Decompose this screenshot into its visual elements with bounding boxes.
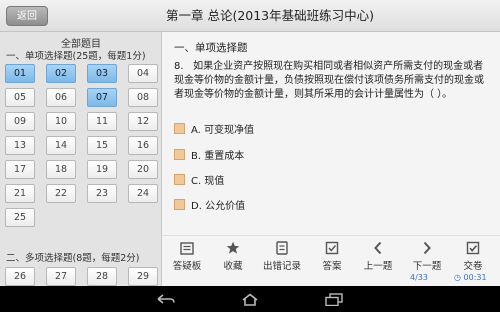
question-number-cell[interactable]: 24 (128, 184, 158, 203)
question-number-cell[interactable]: 15 (87, 136, 117, 155)
error-record-button[interactable]: 出错记录 (259, 240, 305, 272)
question-number-cell[interactable]: 16 (128, 136, 158, 155)
question-number-cell[interactable]: 06 (46, 88, 76, 107)
question-number-cell[interactable]: 12 (128, 112, 158, 131)
option-d[interactable]: D. 公允价值 (174, 199, 245, 213)
option-checkbox[interactable] (174, 174, 185, 185)
previous-question-button[interactable]: 上一题 (355, 240, 401, 272)
chevron-left-icon (355, 240, 401, 256)
star-icon (210, 240, 256, 256)
question-number: 8. (174, 61, 184, 72)
question-number-cell[interactable]: 02 (46, 64, 76, 83)
question-number-cell[interactable]: 08 (128, 88, 158, 107)
option-checkbox[interactable] (174, 149, 185, 160)
favorite-button[interactable]: 收藏 (210, 240, 256, 272)
nav-recent-icon[interactable] (324, 291, 344, 307)
question-number-cell[interactable]: 18 (46, 160, 76, 179)
question-body: 如果企业资产按照现在购买相同或者相似资产所需支付的现金或者现金等价物的金额计量，… (174, 61, 484, 100)
nav-home-icon[interactable] (240, 291, 260, 307)
toolbar-label: 答案 (322, 261, 342, 272)
option-text: 可变现净值 (204, 125, 255, 136)
question-number-cell[interactable]: 22 (46, 184, 76, 203)
question-navigator: 全部题目 一、单项选择题(25题，每题1分) 01 02 03 04 05 06 07 08 0… (0, 32, 162, 286)
question-number-cell[interactable]: 25 (5, 208, 35, 227)
option-c[interactable]: C. 现值 (174, 174, 224, 188)
option-a[interactable]: A. 可变现净值 (174, 123, 254, 137)
question-number-cell[interactable]: 14 (46, 136, 76, 155)
chevron-right-icon (404, 240, 450, 256)
toolbar-label: 出错记录 (262, 261, 301, 272)
question-number-cell[interactable]: 10 (46, 112, 76, 131)
question-panel: 一、单项选择题 8. 如果企业资产按照现在购买相同或者相似资产所需支付的现金或者… (162, 32, 500, 286)
question-text: 8. 如果企业资产按照现在购买相同或者相似资产所需支付的现金或者现金等价物的金额… (174, 60, 490, 102)
option-letter: C. (191, 176, 202, 187)
option-text: 公允价值 (205, 201, 246, 212)
next-question-button[interactable]: 下一题 (404, 240, 450, 272)
submit-paper-button[interactable]: 交卷 (450, 240, 496, 272)
option-letter: B. (191, 151, 202, 162)
toolbar-label: 收藏 (223, 261, 243, 272)
nav-back-icon[interactable] (156, 291, 176, 307)
question-number-cell[interactable]: 17 (5, 160, 35, 179)
question-number-cell[interactable]: 20 (128, 160, 158, 179)
submit-icon (450, 240, 496, 256)
answer-icon (309, 240, 355, 256)
question-number-cell[interactable]: 13 (5, 136, 35, 155)
toolbar-label: 答疑板 (172, 261, 202, 272)
page-title: 第一章 总论(2013年基础班练习中心) (165, 8, 375, 23)
option-checkbox[interactable] (174, 123, 185, 134)
option-text: 现值 (204, 176, 225, 187)
answer-board-button[interactable]: 答疑板 (164, 240, 210, 272)
question-number-cell[interactable]: 04 (128, 64, 158, 83)
toolbar-label: 交卷 (463, 261, 483, 272)
question-number-cell[interactable]: 23 (87, 184, 117, 203)
question-number-cell[interactable]: 21 (5, 184, 35, 203)
page-indicator: 4/33 (410, 273, 428, 282)
question-number-cell[interactable]: 27 (46, 267, 76, 286)
question-number-cell[interactable]: 05 (5, 88, 35, 107)
question-number-cell[interactable]: 28 (87, 267, 117, 286)
option-b[interactable]: B. 重置成本 (174, 149, 244, 163)
toolbar-label: 下一题 (412, 261, 442, 272)
error-record-icon (259, 240, 305, 256)
timer: ◷ 00:31 (454, 273, 487, 282)
question-number-cell[interactable]: 29 (128, 267, 158, 286)
option-checkbox[interactable] (174, 199, 185, 210)
question-number-cell[interactable]: 19 (87, 160, 117, 179)
question-number-cell[interactable]: 26 (5, 267, 35, 286)
toolbar-label: 上一题 (363, 261, 393, 272)
timer-value: 00:31 (463, 273, 487, 282)
question-section-title: 一、单项选择题 (174, 42, 248, 54)
question-number-cell[interactable]: 09 (5, 112, 35, 131)
question-number-cell[interactable]: 01 (5, 64, 35, 83)
section1-label: 一、单项选择题(25题，每题1分) (6, 51, 146, 62)
answer-button[interactable]: 答案 (309, 240, 355, 272)
question-number-cell[interactable]: 03 (87, 64, 117, 83)
section2-label: 二、多项选择题(8题，每题2分) (6, 253, 140, 264)
system-navigation-bar (0, 286, 500, 312)
question-number-cell[interactable]: 07 (87, 88, 117, 107)
back-button[interactable]: 返回 (6, 6, 48, 26)
option-letter: A. (191, 125, 201, 136)
board-icon (164, 240, 210, 256)
option-letter: D. (191, 201, 202, 212)
clock-icon: ◷ (454, 273, 461, 282)
header-bar: 返回 第一章 总论(2013年基础班练习中心) (0, 0, 500, 32)
bottom-toolbar: 答疑板 收藏 出错记录 答案 上一题 下一题 交卷 4/33 ◷ 00:31 (162, 235, 500, 286)
option-text: 重置成本 (204, 151, 245, 162)
question-number-cell[interactable]: 11 (87, 112, 117, 131)
